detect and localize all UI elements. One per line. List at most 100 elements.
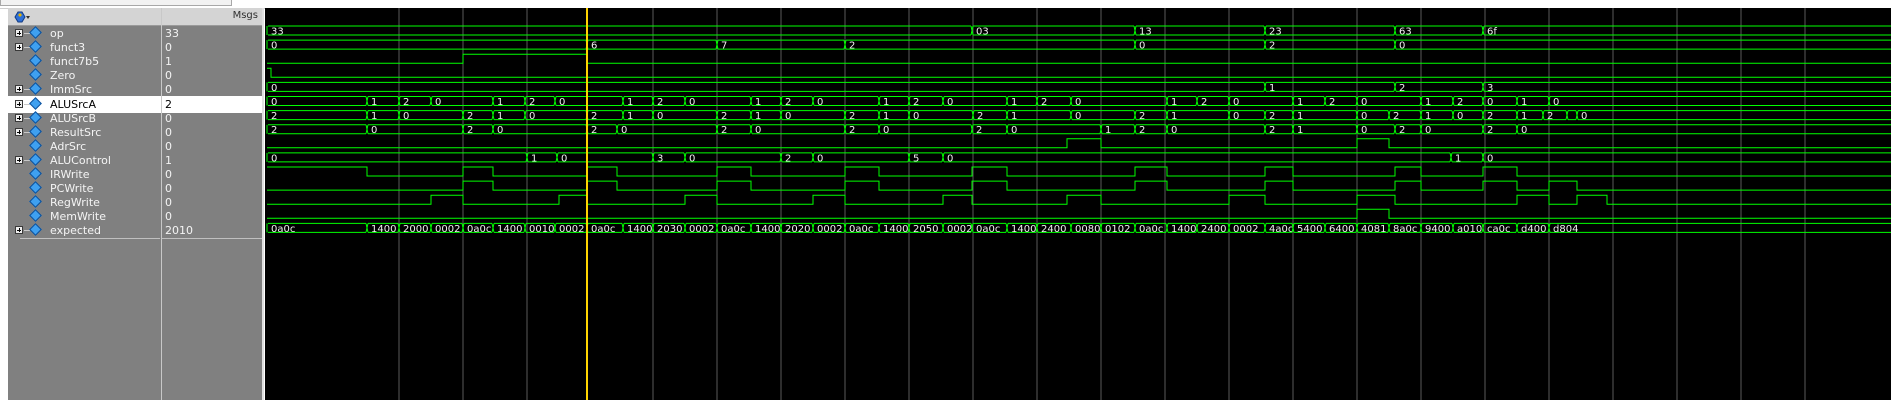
- expand-plus-icon[interactable]: [15, 43, 23, 52]
- expand-plus-icon[interactable]: [15, 155, 23, 164]
- bus-value-label: 3: [1487, 83, 1493, 94]
- bus-segment: [555, 152, 652, 163]
- signal-name-label: IRWrite: [50, 168, 90, 181]
- bus-segment: [1165, 124, 1264, 135]
- bus-value-label: 0: [1075, 111, 1081, 122]
- bus-segment: [1547, 96, 1891, 106]
- wave-format-gear-icon[interactable]: [13, 10, 31, 23]
- bus-value-label: 2000: [403, 224, 428, 235]
- bus-value-label: 2: [1457, 97, 1463, 108]
- bus-value-label: 0a0c: [849, 224, 873, 235]
- signal-names-pane: op funct3 funct7b5 Zero ImmSrc ALUSrcA ALUSrcB…: [8, 8, 162, 400]
- expand-plus-icon[interactable]: [15, 127, 23, 136]
- bus-value-label: 0: [1139, 41, 1145, 52]
- bus-segment: [1263, 81, 1394, 92]
- signal-diamond-icon: [29, 223, 42, 237]
- signal-value-label: 0: [165, 41, 172, 55]
- signal-value-label: 2010: [165, 224, 193, 238]
- bus-value-label: 0: [271, 153, 277, 164]
- bus-value-label: 0a0c: [721, 224, 745, 235]
- bus-value-label: 0: [817, 97, 823, 108]
- waveform-pane[interactable]: 33 03 13 23 63 6f 0 6 7 2 0 2 0 0 1 2 3 0 1 2 0 1 2 0 1 2 0 1 2 0 1 2 0 1…: [265, 8, 1891, 400]
- signal-name-label: AdrSrc: [50, 139, 87, 153]
- bus-value-label: 2: [657, 97, 663, 108]
- bus-value-label: 1: [883, 97, 889, 108]
- bit-waveform: [267, 138, 1891, 149]
- bus-value-label: 1: [1011, 97, 1017, 108]
- bus-value-label: 1400: [497, 224, 522, 235]
- bus-value-label: 2: [467, 125, 473, 136]
- bus-value-label: 0: [497, 125, 503, 136]
- bus-segment: [1515, 110, 1542, 121]
- tree-connector: [24, 89, 30, 91]
- bus-value-label: ca0c: [1487, 224, 1511, 235]
- values-header-label: Msgs: [232, 10, 258, 21]
- bus-value-label: 2: [1399, 83, 1405, 94]
- waveform-canvas[interactable]: 33 03 13 23 63 6f0 6 7 2 0 2 00 1 2 30 1 2 0 1 2 0 1 2 0 1 2 0 1 2 0 1…: [265, 8, 1891, 400]
- expand-plus-icon[interactable]: [15, 85, 23, 94]
- bus-value-label: 2050: [913, 224, 938, 235]
- bus-value-label: 6: [591, 41, 597, 52]
- signal-value-label: 0: [165, 69, 172, 83]
- bus-value-label: 0: [371, 125, 377, 136]
- bus-segment: [266, 81, 1264, 92]
- bus-value-label: 0: [1399, 41, 1405, 52]
- bus-value-label: 0: [1233, 111, 1239, 122]
- bus-value-label: 1400: [627, 224, 652, 235]
- bus-segment: [266, 110, 366, 121]
- bit-waveform: [267, 180, 1891, 191]
- bit-waveform: [267, 208, 1891, 219]
- bus-value-label: d804: [1553, 224, 1578, 235]
- bus-segment: [1393, 39, 1891, 50]
- signal-name-label: ImmSrc: [50, 83, 92, 97]
- signal-value-label: 0: [165, 83, 172, 97]
- expand-plus-icon[interactable]: [15, 113, 23, 122]
- signal-diamond-icon: [29, 195, 42, 209]
- bus-value-label: 0: [689, 153, 695, 164]
- bus-segment: [1263, 25, 1394, 36]
- expand-plus-icon[interactable]: [15, 226, 23, 235]
- bus-value-label: 2: [913, 97, 919, 108]
- expand-plus-icon[interactable]: [15, 29, 23, 37]
- bus-value-label: 0: [1075, 97, 1081, 108]
- bus-value-label: 2: [467, 111, 473, 122]
- bus-value-label: 0: [271, 97, 277, 108]
- bus-segment: [715, 39, 844, 50]
- signal-value-label: 0: [165, 125, 172, 139]
- bus-value-label: 2: [849, 125, 855, 136]
- values-header: Msgs: [162, 8, 262, 26]
- signal-name-label: RegWrite: [50, 196, 100, 210]
- bus-value-label: 1: [627, 97, 633, 108]
- bus-value-label: 0080: [1075, 224, 1100, 235]
- bus-value-label: 1: [1269, 83, 1275, 94]
- bus-value-label: 1: [1521, 111, 1527, 122]
- bus-value-label: 33: [271, 27, 284, 38]
- toolbar-tab[interactable]: [0, 0, 232, 6]
- bus-value-label: 2: [1139, 125, 1145, 136]
- signal-value-label: 0: [165, 182, 172, 196]
- bus-value-label: 0: [559, 97, 565, 108]
- bus-value-label: 0: [621, 125, 627, 136]
- bus-value-label: 0: [529, 111, 535, 122]
- bus-value-label: 1400: [1171, 224, 1196, 235]
- bus-value-label: 8a0c: [1393, 224, 1417, 235]
- signal-value-label: 1: [165, 153, 172, 167]
- signal-name-label: ALUSrcA: [50, 97, 96, 111]
- bus-value-label: 0: [755, 125, 761, 136]
- tree-connector: [24, 230, 30, 232]
- bus-segment: [1565, 110, 1576, 121]
- signal-diamond-icon: [29, 167, 42, 180]
- bus-value-label: 0002: [1233, 224, 1258, 235]
- bus-value-label: 0: [271, 83, 277, 94]
- bus-value-label: 0: [689, 97, 695, 108]
- expand-plus-icon[interactable]: [15, 99, 23, 108]
- signal-diamond-icon: [29, 54, 42, 68]
- signal-name-label: ALUControl: [50, 153, 111, 167]
- bus-value-label: 0002: [689, 224, 714, 235]
- signal-diamond-icon: [29, 82, 42, 96]
- bus-segment: [266, 39, 586, 50]
- bus-value-label: 1: [1425, 97, 1431, 108]
- bus-value-label: 1: [755, 97, 761, 108]
- bus-value-label: 1: [1455, 153, 1461, 164]
- bus-value-label: 0: [1581, 111, 1587, 122]
